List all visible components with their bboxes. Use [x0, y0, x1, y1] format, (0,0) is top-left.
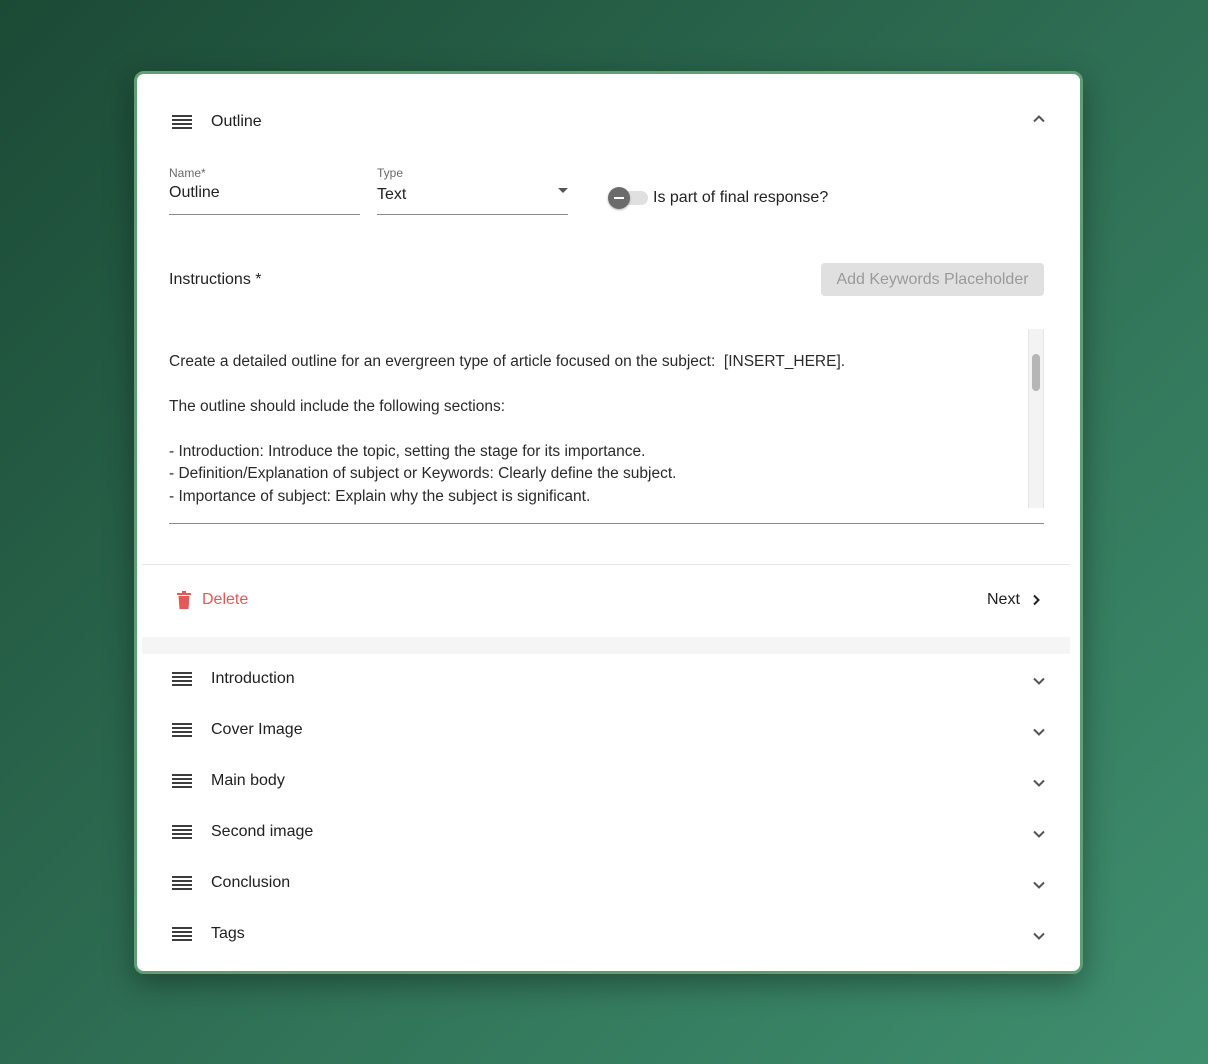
drag-handle-icon[interactable] [172, 824, 192, 840]
chevron-down-icon[interactable] [1032, 776, 1046, 790]
section-panel-outline: Outline Name* Outline Type Text Is part … [142, 88, 1070, 637]
chevron-down-icon[interactable] [1032, 929, 1046, 943]
name-field-label: Name* [169, 166, 206, 180]
delete-label: Delete [202, 591, 249, 608]
chevron-down-icon[interactable] [1032, 725, 1046, 739]
instructions-line: Create a detailed outline for an evergre… [169, 353, 846, 371]
type-select[interactable]: Text [377, 186, 406, 204]
instructions-line: - Importance of subject: Explain why the… [169, 487, 591, 505]
section-row-tags[interactable]: Tags [142, 909, 1070, 960]
textarea-underline [169, 523, 1044, 524]
next-label: Next [987, 591, 1020, 608]
section-title: Outline [211, 113, 262, 130]
instructions-textarea[interactable]: Create a detailed outline for an evergre… [169, 329, 1029, 508]
chevron-down-icon[interactable] [1032, 827, 1046, 841]
instructions-line: - Definition/Explanation of subject or K… [169, 465, 677, 483]
section-title: Main body [211, 772, 285, 789]
toggle-knob[interactable] [608, 187, 630, 209]
instructions-line: - Introduction: Introduce the topic, set… [169, 442, 646, 460]
add-keywords-placeholder-button[interactable]: Add Keywords Placeholder [821, 263, 1044, 296]
chevron-down-icon[interactable] [1032, 878, 1046, 892]
section-title: Tags [211, 925, 245, 942]
next-button[interactable]: Next [987, 588, 1042, 612]
chevron-down-icon[interactable] [1032, 674, 1046, 688]
instructions-line [169, 329, 1029, 351]
instructions-label: Instructions * [169, 271, 262, 288]
section-row-main-body[interactable]: Main body [142, 756, 1070, 807]
actions-divider [142, 564, 1070, 565]
drag-handle-icon[interactable] [172, 926, 192, 942]
chevron-up-icon[interactable] [1032, 112, 1046, 126]
final-response-toggle-label: Is part of final response? [653, 189, 829, 206]
workflow-card: Outline Name* Outline Type Text Is part … [134, 71, 1083, 974]
instructions-line [169, 419, 1029, 441]
name-field[interactable]: Outline [169, 184, 220, 202]
section-row-cover-image[interactable]: Cover Image [142, 705, 1070, 756]
caret-down-icon[interactable] [557, 182, 569, 193]
section-title: Second image [211, 823, 314, 840]
drag-handle-icon[interactable] [172, 875, 192, 891]
chevron-right-icon [1033, 594, 1040, 606]
instructions-line: The outline should include the following… [169, 398, 506, 416]
section-title: Introduction [211, 670, 295, 687]
type-select-underline [377, 214, 568, 215]
instructions-line [169, 374, 1029, 396]
section-title: Cover Image [211, 721, 303, 738]
type-field-label: Type [377, 166, 404, 180]
sections-container: Outline Name* Outline Type Text Is part … [142, 88, 1070, 962]
drag-handle-icon[interactable] [172, 773, 192, 789]
drag-handle-icon[interactable] [172, 722, 192, 738]
textarea-scrollbar-thumb[interactable] [1032, 354, 1040, 391]
delete-button[interactable]: Delete [176, 588, 248, 612]
trash-icon [177, 591, 191, 609]
section-row-introduction[interactable]: Introduction [142, 654, 1070, 705]
name-field-underline [169, 214, 360, 215]
section-row-conclusion[interactable]: Conclusion [142, 858, 1070, 909]
drag-handle-icon[interactable] [172, 114, 192, 130]
section-row-second-image[interactable]: Second image [142, 807, 1070, 858]
drag-handle-icon[interactable] [172, 671, 192, 687]
section-title: Conclusion [211, 874, 291, 891]
collapsed-sections-list: Introduction Cover Image Main body Secon… [142, 654, 1070, 962]
